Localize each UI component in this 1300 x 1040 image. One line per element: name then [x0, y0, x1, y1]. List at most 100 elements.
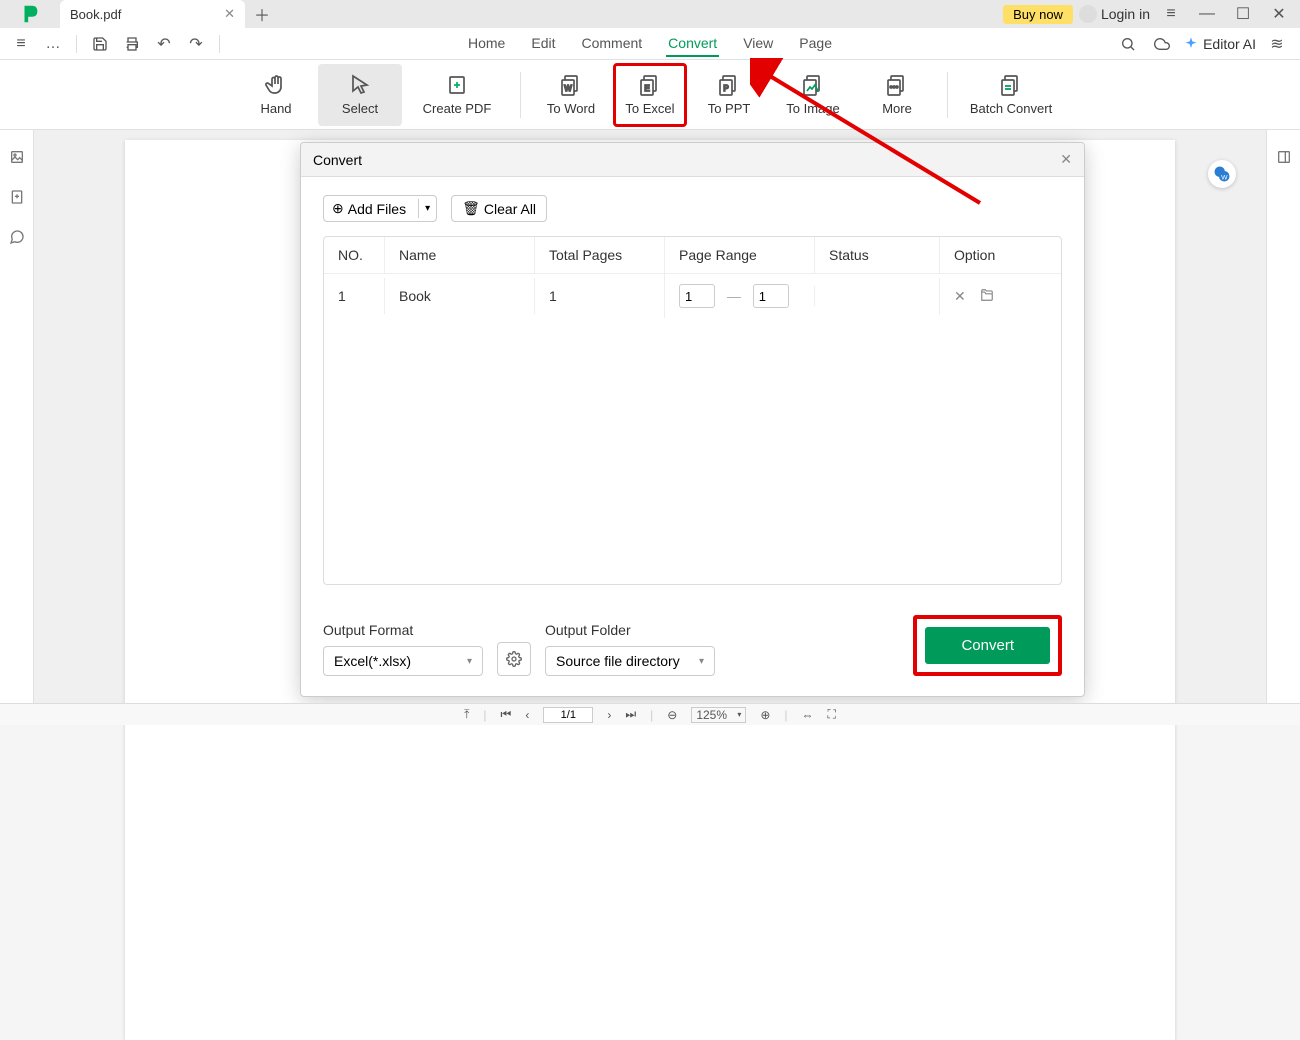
menu-view[interactable]: View [741, 31, 775, 57]
output-settings-button[interactable] [497, 642, 531, 676]
convert-button[interactable]: Convert [925, 627, 1050, 664]
main-menu: Home Edit Comment Convert View Page [466, 31, 834, 57]
dialog-toolbar: ⊕Add Files ▾ 🗑Clear All [323, 195, 1062, 222]
bookmark-panel-icon[interactable] [4, 184, 30, 210]
col-status: Status [814, 237, 939, 273]
col-range: Page Range [664, 237, 814, 273]
tool-create-pdf[interactable]: Create PDF [402, 64, 512, 126]
convert-ribbon: Hand Select Create PDF W To Word E To Ex… [0, 60, 1300, 130]
menu-convert[interactable]: Convert [666, 31, 719, 57]
page-number-input[interactable] [543, 707, 593, 723]
undo-icon[interactable]: ↶ [151, 31, 177, 57]
fit-width-icon[interactable]: ⇔ [802, 708, 814, 722]
page-range-cell: — [664, 274, 814, 318]
highlight-to-excel: E To Excel [613, 63, 687, 127]
add-files-button[interactable]: ⊕Add Files ▾ [323, 195, 437, 222]
svg-text:W: W [564, 84, 572, 93]
dialog-close-icon[interactable]: ✕ [1060, 151, 1072, 168]
chevron-down-icon: ▾ [699, 656, 704, 667]
tool-to-excel[interactable]: E To Excel [617, 67, 683, 123]
highlight-convert-button: Convert [913, 615, 1062, 676]
word-floating-icon[interactable]: W [1208, 160, 1236, 188]
left-side-rail [0, 130, 34, 703]
tool-to-image[interactable]: To Image [771, 64, 855, 126]
col-name: Name [384, 237, 534, 273]
new-tab-button[interactable]: ＋ [245, 0, 279, 28]
print-icon[interactable] [119, 31, 145, 57]
table-header: NO. Name Total Pages Page Range Status O… [324, 237, 1061, 274]
status-bar: ⤒ | ⏮ ‹ › ⏭ | ⊖ 125%▾ ⊕ | ⇔ ⛶ [0, 703, 1300, 725]
zoom-out-icon[interactable]: ⊖ [667, 708, 677, 722]
zoom-dropdown[interactable]: 125%▾ [691, 707, 746, 723]
title-right-group: Buy now Login in ≡ — ☐ ✕ [1003, 0, 1300, 28]
tool-select[interactable]: Select [318, 64, 402, 126]
editor-ai-button[interactable]: Editor AI [1183, 36, 1256, 52]
svg-text:W: W [1221, 174, 1228, 181]
range-to-input[interactable] [753, 284, 789, 308]
add-files-dropdown-icon[interactable]: ▾ [418, 199, 436, 218]
output-folder-group: Output Folder Source file directory▾ [545, 622, 715, 676]
login-button[interactable]: Login in [1079, 5, 1150, 23]
open-folder-icon[interactable] [980, 288, 994, 305]
minimize-icon[interactable]: — [1192, 3, 1222, 25]
remove-row-icon[interactable]: ✕ [954, 288, 966, 305]
cloud-icon[interactable] [1149, 31, 1175, 57]
fit-page-icon[interactable]: ⛶ [828, 707, 836, 722]
tool-to-ppt[interactable]: P To PPT [687, 64, 771, 126]
tab-title: Book.pdf [70, 7, 121, 22]
menu-bar: ≡ … ↶ ↷ Home Edit Comment Convert View P… [0, 28, 1300, 60]
right-panel-icon[interactable] [1271, 144, 1297, 170]
title-bar: Book.pdf ✕ ＋ Buy now Login in ≡ — ☐ ✕ [0, 0, 1300, 28]
tool-to-word[interactable]: W To Word [529, 64, 613, 126]
dialog-body: ⊕Add Files ▾ 🗑Clear All NO. Name Total P… [301, 177, 1084, 603]
document-tab[interactable]: Book.pdf ✕ [60, 0, 245, 28]
comment-panel-icon[interactable] [4, 224, 30, 250]
menu-page[interactable]: Page [797, 31, 834, 57]
col-total: Total Pages [534, 237, 664, 273]
menu-edit[interactable]: Edit [529, 31, 557, 57]
next-section-icon[interactable]: ⏭ [625, 707, 636, 722]
save-icon[interactable] [87, 31, 113, 57]
prev-page-icon[interactable]: ‹ [525, 708, 529, 722]
col-no: NO. [324, 237, 384, 273]
quick-tools: ≡ … ↶ ↷ [0, 31, 232, 57]
panel-toggle-icon[interactable]: ≋ [1264, 31, 1290, 57]
redo-icon[interactable]: ↷ [183, 31, 209, 57]
table-row: 1 Book 1 — ✕ [324, 274, 1061, 318]
prev-section-icon[interactable]: ⏮ [501, 707, 512, 722]
tool-more[interactable]: More [855, 64, 939, 126]
tool-hand[interactable]: Hand [234, 64, 318, 126]
right-tools: Editor AI ≋ [1115, 31, 1300, 57]
menu-home[interactable]: Home [466, 31, 507, 57]
output-folder-dropdown[interactable]: Source file directory▾ [545, 646, 715, 676]
thumbnail-panel-icon[interactable] [4, 144, 30, 170]
convert-dialog: Convert ✕ ⊕Add Files ▾ 🗑Clear All NO. Na… [300, 142, 1085, 697]
zoom-in-icon[interactable]: ⊕ [760, 708, 770, 722]
avatar-icon [1079, 5, 1097, 23]
search-icon[interactable] [1115, 31, 1141, 57]
first-page-icon[interactable]: ⤒ [464, 707, 469, 722]
output-format-group: Output Format Excel(*.xlsx)▾ [323, 622, 483, 676]
next-page-icon[interactable]: › [607, 708, 611, 722]
buy-now-button[interactable]: Buy now [1003, 5, 1073, 24]
close-tab-icon[interactable]: ✕ [224, 6, 235, 22]
clear-all-button[interactable]: 🗑Clear All [451, 195, 547, 222]
hamburger-icon[interactable]: ≡ [1156, 3, 1186, 25]
chevron-down-icon: ▾ [467, 656, 472, 667]
svg-text:E: E [644, 84, 649, 93]
dialog-header: Convert ✕ [301, 143, 1084, 177]
trash-icon: 🗑 [462, 200, 480, 217]
output-folder-label: Output Folder [545, 622, 715, 638]
maximize-icon[interactable]: ☐ [1228, 3, 1258, 25]
menu-comment[interactable]: Comment [579, 31, 644, 57]
range-from-input[interactable] [679, 284, 715, 308]
menu-icon[interactable]: ≡ [8, 31, 34, 57]
more-dots-icon[interactable]: … [40, 31, 66, 57]
dialog-footer: Output Format Excel(*.xlsx)▾ Output Fold… [301, 603, 1084, 696]
svg-text:P: P [723, 84, 728, 93]
output-format-dropdown[interactable]: Excel(*.xlsx)▾ [323, 646, 483, 676]
right-side-rail [1266, 130, 1300, 703]
output-format-label: Output Format [323, 622, 483, 638]
tool-batch-convert[interactable]: Batch Convert [956, 64, 1066, 126]
close-window-icon[interactable]: ✕ [1264, 3, 1294, 25]
